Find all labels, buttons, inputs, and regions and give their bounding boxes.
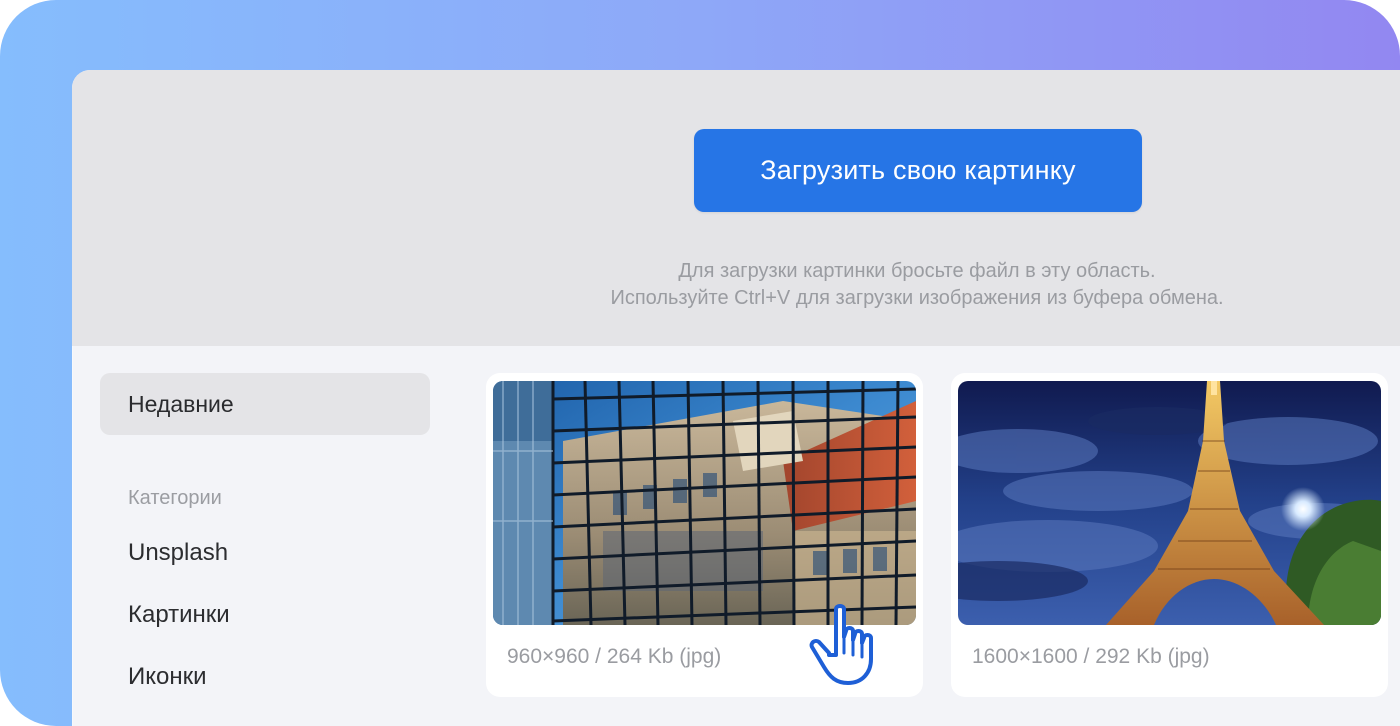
- sidebar-item-icons[interactable]: Иконки: [100, 646, 432, 708]
- categories-heading: Категории: [128, 487, 222, 509]
- sidebar: Недавние Категории Unsplash Картинки Ико…: [100, 373, 432, 708]
- screenshot-frame: Загрузить свою картинку Для загрузки кар…: [0, 0, 1400, 726]
- dropzone-hint-line-1: Для загрузки картинки бросьте файл в эту…: [678, 260, 1156, 282]
- image-picker-window: Загрузить свою картинку Для загрузки кар…: [72, 70, 1400, 726]
- sidebar-item-pictures[interactable]: Картинки: [100, 584, 432, 646]
- dropzone-hint: Для загрузки картинки бросьте файл в эту…: [452, 258, 1382, 312]
- glass-building-photo[interactable]: [493, 381, 916, 625]
- dropzone-hint-line-2: Используйте Ctrl+V для загрузки изображе…: [610, 287, 1224, 309]
- upload-own-image-button[interactable]: Загрузить свою картинку: [694, 129, 1142, 212]
- image-card[interactable]: 960×960 / 264 Kb (jpg): [486, 373, 923, 697]
- sidebar-item-recent[interactable]: Недавние: [100, 373, 430, 435]
- image-caption: 1600×1600 / 292 Kb (jpg): [972, 645, 1210, 668]
- sidebar-item-unsplash[interactable]: Unsplash: [100, 522, 432, 584]
- image-caption: 960×960 / 264 Kb (jpg): [507, 645, 722, 668]
- image-card[interactable]: 1600×1600 / 292 Kb (jpg): [951, 373, 1388, 697]
- upload-dropzone[interactable]: Загрузить свою картинку Для загрузки кар…: [72, 70, 1400, 346]
- eiffel-tower-photo[interactable]: [958, 381, 1381, 625]
